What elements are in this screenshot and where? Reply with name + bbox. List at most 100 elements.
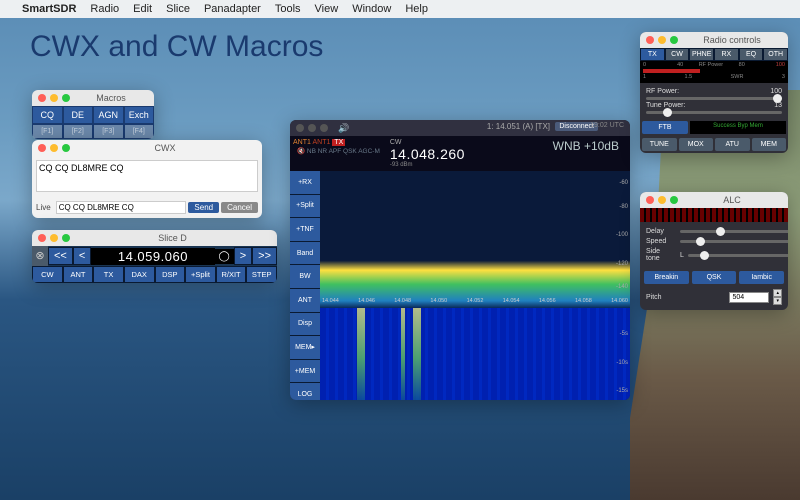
close-icon[interactable]	[646, 196, 654, 204]
spectrum-display[interactable]: 14.04414.046 14.04814.050 14.05214.054 1…	[320, 171, 630, 400]
tune-power-slider[interactable]	[646, 111, 782, 114]
tab-tx[interactable]: TX	[640, 48, 665, 61]
minimize-icon[interactable]	[50, 234, 58, 242]
zoom-icon[interactable]	[320, 124, 328, 132]
cwx-window: CWX CQ CQ DL8MRE CQ Live Send Cancel	[32, 140, 262, 218]
macro-f1[interactable]: [F1]	[32, 124, 63, 139]
macro-f4[interactable]: [F4]	[124, 124, 155, 139]
mute-icon[interactable]: 🔇	[297, 148, 305, 155]
send-button[interactable]: Send	[188, 202, 219, 213]
slice-close-icon[interactable]: ⊗	[32, 246, 48, 266]
ftb-button[interactable]: FTB	[642, 121, 688, 134]
side-split[interactable]: +Split	[290, 195, 320, 219]
slice-cw[interactable]: CW	[32, 266, 63, 283]
iambic-button[interactable]: Iambic	[739, 271, 784, 284]
agc-status: 🔇 NB NR APF QSK AGC-M	[293, 146, 384, 156]
side-rx[interactable]: +RX	[290, 171, 320, 195]
menu-tools[interactable]: Tools	[275, 3, 301, 15]
freq-up[interactable]: >	[234, 247, 252, 265]
cancel-button[interactable]: Cancel	[221, 202, 258, 213]
macros-title: Macros	[74, 93, 148, 103]
breakin-button[interactable]: Breakin	[644, 271, 689, 284]
minimize-icon[interactable]	[50, 94, 58, 102]
zoom-icon[interactable]	[62, 144, 70, 152]
menu-help[interactable]: Help	[405, 3, 428, 15]
tab-cw[interactable]: CW	[665, 48, 690, 61]
cwx-title: CWX	[74, 143, 256, 153]
slice-split[interactable]: +Split	[185, 266, 216, 283]
tab-rx[interactable]: RX	[714, 48, 739, 61]
freq-down[interactable]: <	[73, 247, 91, 265]
zoom-icon[interactable]	[62, 94, 70, 102]
macro-de[interactable]: DE	[63, 106, 94, 124]
cwx-live-input[interactable]	[56, 201, 187, 214]
freq-up-fast[interactable]: >>	[252, 247, 277, 265]
menu-view[interactable]: View	[315, 3, 339, 15]
speed-slider[interactable]	[680, 240, 788, 243]
pitch-down-icon[interactable]: ▾	[773, 297, 782, 305]
side-disp[interactable]: Disp	[290, 313, 320, 337]
pan-info: 1: 14.051 (A) [TX]	[487, 122, 550, 131]
close-icon[interactable]	[38, 234, 46, 242]
menu-edit[interactable]: Edit	[133, 3, 152, 15]
rf-power-slider[interactable]	[646, 97, 782, 100]
mox-button[interactable]: MOX	[679, 138, 714, 151]
app-name[interactable]: SmartSDR	[22, 3, 76, 15]
macro-exch[interactable]: Exch	[124, 106, 155, 124]
zoom-icon[interactable]	[62, 234, 70, 242]
side-bw[interactable]: BW	[290, 265, 320, 289]
close-icon[interactable]	[646, 36, 654, 44]
macro-cq[interactable]: CQ	[32, 106, 63, 124]
menu-window[interactable]: Window	[352, 3, 391, 15]
slice-dsp[interactable]: DSP	[155, 266, 186, 283]
slice-ant[interactable]: ANT	[63, 266, 94, 283]
mem-button[interactable]: MEM	[752, 138, 787, 151]
menu-slice[interactable]: Slice	[166, 3, 190, 15]
menu-panadapter[interactable]: Panadapter	[204, 3, 261, 15]
pitch-up-icon[interactable]: ▴	[773, 289, 782, 297]
minimize-icon[interactable]	[308, 124, 316, 132]
slice-step[interactable]: STEP	[246, 266, 277, 283]
atu-button[interactable]: ATU	[715, 138, 750, 151]
slice-window: Slice D ⊗ << < 14.059.060 ◯ > >> CW ANT …	[32, 230, 277, 283]
close-icon[interactable]	[38, 144, 46, 152]
close-icon[interactable]	[296, 124, 304, 132]
side-addmem[interactable]: +MEM	[290, 360, 320, 384]
macro-agn[interactable]: AGN	[93, 106, 124, 124]
slice-rxit[interactable]: R/XIT	[216, 266, 247, 283]
menubar: SmartSDR Radio Edit Slice Panadapter Too…	[0, 0, 800, 18]
slice-dax[interactable]: DAX	[124, 266, 155, 283]
tab-phne[interactable]: PHNE	[689, 48, 714, 61]
freq-down-fast[interactable]: <<	[48, 247, 73, 265]
close-icon[interactable]	[38, 94, 46, 102]
cwx-text-input[interactable]: CQ CQ DL8MRE CQ	[36, 160, 258, 192]
side-log[interactable]: LOG	[290, 383, 320, 400]
alc-title: ALC	[682, 195, 782, 205]
qsk-button[interactable]: QSK	[692, 271, 737, 284]
macro-f3[interactable]: [F3]	[93, 124, 124, 139]
tab-eq[interactable]: EQ	[739, 48, 764, 61]
macro-f2[interactable]: [F2]	[63, 124, 94, 139]
pitch-input[interactable]	[729, 292, 769, 303]
tune-button[interactable]: TUNE	[642, 138, 677, 151]
tab-oth[interactable]: OTH	[763, 48, 788, 61]
slice-tx[interactable]: TX	[93, 266, 124, 283]
menu-radio[interactable]: Radio	[90, 3, 119, 15]
lock-icon[interactable]: ◯	[215, 249, 234, 264]
speaker-icon[interactable]: 🔊	[338, 123, 349, 134]
slice-frequency[interactable]: 14.059.060	[91, 248, 214, 265]
side-mem[interactable]: MEM▸	[290, 336, 320, 360]
side-ant[interactable]: ANT	[290, 289, 320, 313]
zoom-icon[interactable]	[670, 36, 678, 44]
utc-time: 19:02 UTC	[590, 122, 624, 129]
pan-frequency[interactable]: 14.048.260	[390, 146, 465, 162]
minimize-icon[interactable]	[658, 196, 666, 204]
delay-slider[interactable]	[680, 230, 788, 233]
zoom-icon[interactable]	[670, 196, 678, 204]
sidetone-slider[interactable]	[688, 254, 788, 257]
side-tnf[interactable]: +TNF	[290, 218, 320, 242]
side-band[interactable]: Band	[290, 242, 320, 266]
minimize-icon[interactable]	[658, 36, 666, 44]
minimize-icon[interactable]	[50, 144, 58, 152]
pan-sidebar: +RX +Split +TNF Band BW ANT Disp MEM▸ +M…	[290, 171, 320, 400]
